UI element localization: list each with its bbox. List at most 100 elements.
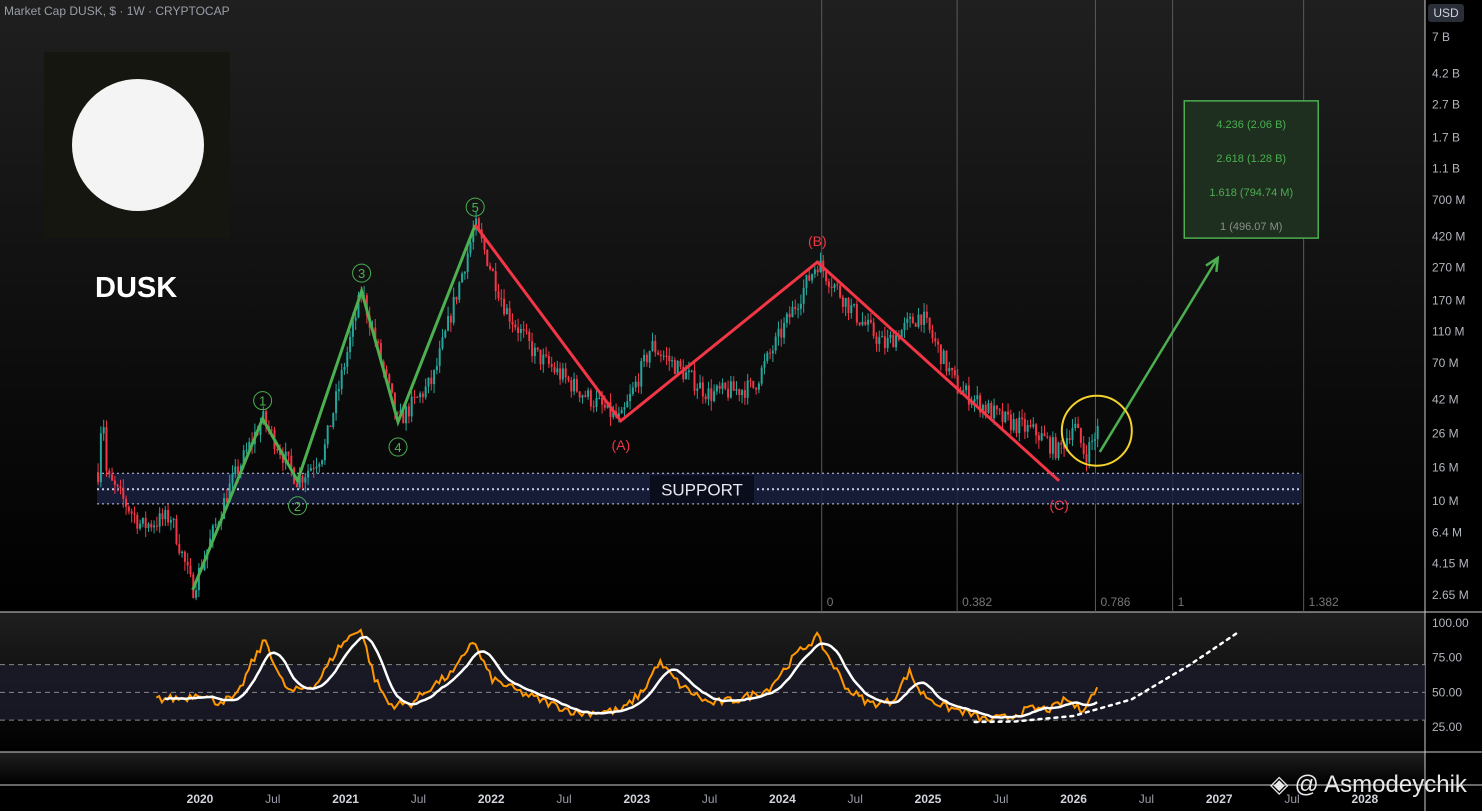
- candle-body: [867, 319, 870, 325]
- candle-body: [329, 425, 332, 428]
- candle-body: [741, 390, 744, 396]
- candle-body: [295, 483, 298, 488]
- price-axis-label: 4.15 M: [1432, 556, 1469, 570]
- fib-time-label: 0.786: [1100, 595, 1130, 609]
- wave-label: 5: [472, 200, 479, 215]
- candle-body: [892, 334, 895, 348]
- candle-body: [648, 350, 651, 363]
- time-axis-label: 2027: [1206, 792, 1233, 806]
- candle-body: [183, 551, 186, 562]
- candle-body: [1088, 441, 1091, 463]
- time-axis-label: 2020: [187, 792, 214, 806]
- candle-body: [886, 337, 889, 349]
- fib-level-label: 1.618 (794.74 M): [1209, 187, 1293, 199]
- candle-body: [836, 284, 839, 286]
- time-axis-label: Jul: [411, 792, 426, 806]
- candle-body: [833, 284, 836, 288]
- candle-body: [388, 374, 391, 384]
- candle-body: [444, 330, 447, 338]
- candle-body: [953, 370, 956, 376]
- candle-body: [1085, 454, 1088, 463]
- candle-body: [861, 321, 864, 325]
- logo-text: DUSK: [95, 272, 178, 304]
- candle-body: [592, 406, 595, 408]
- candle-body: [942, 350, 945, 365]
- candle-body: [811, 274, 814, 281]
- candle-body: [690, 370, 693, 372]
- candle-body: [514, 324, 517, 328]
- candle-body: [116, 484, 119, 487]
- candle-body: [175, 518, 178, 544]
- rsi-axis-label: 100.00: [1432, 616, 1469, 630]
- candle-body: [542, 354, 545, 365]
- candle-body: [805, 275, 808, 288]
- candle-body: [421, 393, 424, 398]
- candle-body: [911, 316, 914, 324]
- candle-body: [113, 480, 116, 485]
- price-axis-label: 700 M: [1432, 193, 1465, 207]
- candle-body: [340, 369, 343, 389]
- candle-body: [405, 406, 408, 424]
- candle-body: [517, 327, 520, 333]
- candle-body: [620, 409, 623, 414]
- candle-body: [937, 341, 940, 345]
- candle-body: [771, 350, 774, 354]
- candle-body: [704, 396, 707, 400]
- candle-body: [931, 329, 934, 339]
- candle-body: [536, 347, 539, 350]
- price-axis-label: 16 M: [1432, 461, 1459, 475]
- candle-body: [533, 347, 536, 357]
- candle-body: [928, 317, 931, 330]
- candle-body: [276, 449, 279, 451]
- candle-body: [489, 265, 492, 269]
- wave-label: 2: [294, 499, 301, 514]
- candle-body: [214, 524, 217, 526]
- candle-body: [1093, 439, 1096, 441]
- candle-body: [335, 391, 338, 414]
- candle-body: [623, 407, 626, 410]
- candle-body: [1037, 435, 1040, 441]
- candle-body: [769, 352, 772, 354]
- currency-button[interactable]: USD: [1428, 4, 1464, 22]
- candle-body: [452, 296, 455, 323]
- candle-body: [766, 352, 769, 362]
- candle-body: [855, 304, 858, 323]
- time-axis-label: Jul: [556, 792, 571, 806]
- price-axis-label: 2.7 B: [1432, 98, 1460, 112]
- candle-body: [181, 551, 184, 554]
- candle-body: [416, 396, 419, 398]
- candle-body: [245, 449, 248, 451]
- rsi-axis-label: 50.00: [1432, 685, 1462, 699]
- candle-body: [97, 472, 100, 483]
- candle-body: [875, 336, 878, 344]
- candle-body: [990, 403, 993, 419]
- fib-level-label: 1 (496.07 M): [1220, 221, 1282, 233]
- candle-body: [603, 404, 606, 408]
- candle-body: [701, 382, 704, 397]
- candle-body: [906, 318, 909, 323]
- candle-body: [763, 361, 766, 368]
- candle-body: [455, 296, 458, 300]
- candle-body: [1023, 419, 1026, 432]
- candle-body: [391, 383, 394, 393]
- candle-body: [144, 517, 147, 529]
- candle-body: [307, 470, 310, 478]
- candle-body: [195, 590, 198, 598]
- candle-body: [139, 523, 142, 529]
- candle-body: [321, 460, 324, 465]
- price-axis-label: 170 M: [1432, 293, 1465, 307]
- candle-body: [127, 506, 130, 512]
- candle-body: [469, 242, 472, 254]
- candle-body: [791, 306, 794, 318]
- price-axis-label: 70 M: [1432, 356, 1459, 370]
- author-watermark: ◈ @ Asmodeychik: [1270, 770, 1467, 799]
- candle-body: [1009, 414, 1012, 431]
- candle-body: [645, 354, 648, 363]
- candle-body: [584, 395, 587, 397]
- candle-body: [1015, 419, 1018, 434]
- candle-body: [575, 378, 578, 392]
- candle-body: [130, 511, 133, 514]
- candle-body: [153, 525, 156, 528]
- candle-body: [463, 271, 466, 274]
- candle-body: [458, 282, 461, 300]
